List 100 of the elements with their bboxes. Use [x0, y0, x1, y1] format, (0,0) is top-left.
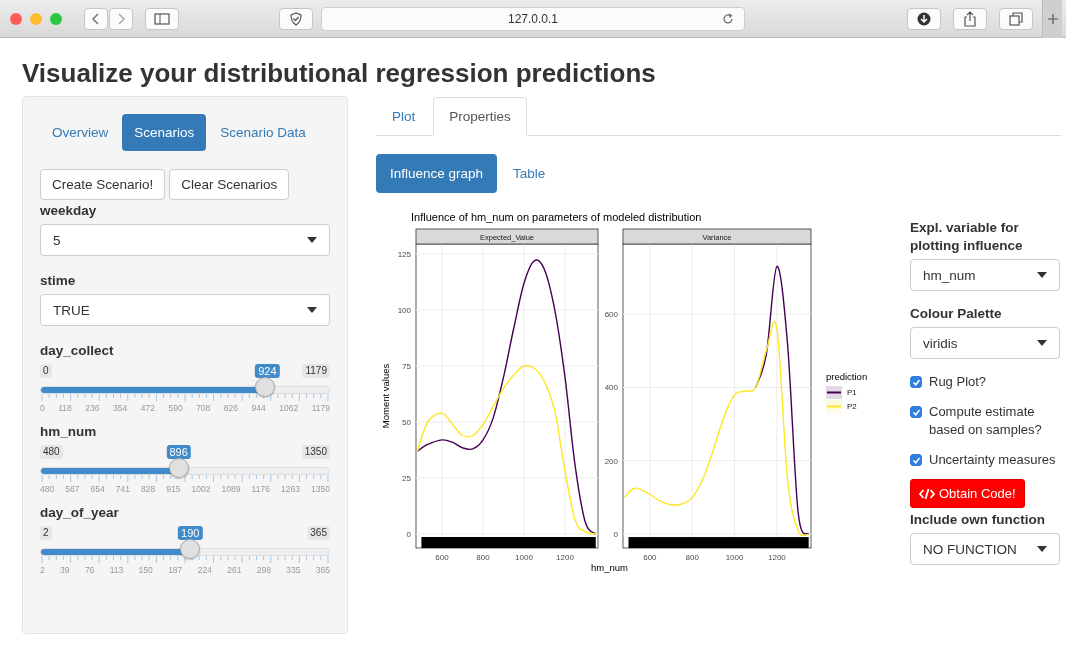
tab[interactable]: Overview [40, 114, 121, 151]
chevron-left-icon [91, 11, 101, 26]
tab[interactable]: Influence graph [376, 154, 498, 193]
value-badge: 190 [178, 526, 203, 540]
tick-label: 100 [397, 306, 411, 316]
tab[interactable]: Plot [376, 97, 432, 135]
reload-icon[interactable] [722, 12, 734, 25]
tabs-button[interactable] [999, 7, 1033, 30]
tab[interactable]: Scenario Data [208, 114, 318, 151]
checkbox[interactable] [910, 376, 922, 388]
dropdown[interactable]: TRUE [40, 294, 330, 326]
slider-label: hm_num [40, 423, 98, 441]
tick-label: 1350 [310, 484, 330, 494]
slider-track[interactable] [40, 548, 330, 556]
legend-title: prediction [826, 371, 868, 382]
legend-key-background [826, 386, 842, 399]
zoom-window-icon[interactable] [50, 12, 62, 25]
min-value: 0 [40, 364, 52, 378]
tab[interactable]: Table [499, 154, 560, 193]
field-label: stime [40, 272, 77, 290]
action-button[interactable]: Create Scenario! [40, 169, 166, 200]
tick-label: 1002 [191, 484, 211, 494]
tab[interactable]: Properties [433, 97, 527, 136]
min-value: 480 [40, 445, 63, 459]
tick-label: 75 [402, 362, 411, 372]
checkbox-label: Compute estimate based on samples? [929, 403, 1043, 439]
slider-handle[interactable] [254, 377, 275, 397]
tick-label: 400 [604, 383, 618, 393]
tick-label: 76 [84, 565, 95, 575]
tick-label: 654 [90, 484, 105, 494]
tick-label: 1200 [768, 553, 786, 562]
obtain-code-button[interactable]: Obtain Code! [910, 479, 1025, 508]
checkbox-label: Uncertainty measures [929, 451, 1056, 469]
tick-label: 1263 [280, 484, 300, 494]
tick-label: 1179 [311, 403, 330, 413]
tick-label: 600 [435, 553, 449, 562]
tick-label: 915 [166, 484, 181, 494]
field-label: Expl. variable for plotting influence [910, 219, 1024, 255]
legend-key [826, 391, 842, 394]
tick-label: 0 [613, 530, 618, 540]
tick-label: 741 [115, 484, 130, 494]
page-title: Visualize your distributional regression predictions [22, 57, 657, 90]
forward-button[interactable] [109, 7, 133, 30]
tick-label: 261 [227, 565, 242, 575]
tick-label: 600 [604, 310, 618, 320]
shield-button[interactable] [279, 7, 313, 30]
dropdown[interactable]: 5 [40, 224, 330, 256]
axis-label: hm_num [591, 562, 629, 573]
shield-icon [289, 11, 303, 26]
caret-icon [1037, 272, 1047, 278]
close-window-icon[interactable] [10, 12, 22, 25]
max-value: 365 [307, 526, 330, 540]
tabs-icon [1009, 11, 1023, 26]
tick-label: 2 [40, 565, 45, 575]
legend-key-background [826, 400, 842, 413]
sidebar-button[interactable] [145, 7, 179, 30]
field-label: Include own function [910, 511, 1046, 529]
slider-track[interactable] [40, 467, 330, 475]
field-label: Colour Palette [910, 305, 1003, 323]
tick-label: 335 [286, 565, 301, 575]
tick-label: 0 [406, 530, 411, 539]
new-tab-button[interactable] [1042, 0, 1062, 38]
checkbox[interactable] [910, 454, 922, 466]
tick-label: 1200 [556, 553, 574, 562]
share-button[interactable] [953, 7, 987, 30]
tick-label: 472 [140, 403, 155, 413]
download-button[interactable] [907, 7, 941, 30]
plus-icon [1047, 13, 1058, 24]
tick-label: 1089 [221, 484, 241, 494]
tick-label: 826 [223, 403, 239, 413]
tick-label: 1176 [251, 484, 270, 494]
tick-label: 39 [60, 565, 70, 575]
tick-label: 567 [65, 484, 80, 494]
caret-icon [1037, 340, 1047, 346]
checkbox-label: Rug Plot? [929, 373, 987, 391]
slider-handle[interactable] [180, 539, 201, 559]
chevron-right-icon [116, 11, 126, 26]
dropdown[interactable]: viridis [910, 327, 1060, 359]
legend-label: P1 [847, 388, 857, 397]
value-badge: 924 [255, 364, 280, 378]
dropdown[interactable]: NO FUNCTION [910, 533, 1060, 565]
action-button[interactable]: Clear Scenarios [169, 169, 290, 200]
tick-label: 236 [85, 403, 100, 413]
caret-icon [1037, 546, 1047, 552]
tick-label: 708 [196, 403, 211, 413]
tick-label: 1062 [279, 403, 299, 413]
dropdown[interactable]: hm_num [910, 259, 1060, 291]
tick-label: 187 [168, 565, 183, 575]
min-value: 2 [40, 526, 52, 540]
tab[interactable]: Scenarios [122, 114, 207, 151]
checkbox[interactable] [910, 406, 922, 418]
slider-track[interactable] [40, 386, 330, 394]
tick-label: 200 [604, 456, 618, 466]
tick-label: 600 [643, 553, 657, 562]
back-button[interactable] [84, 7, 108, 30]
legend-label: P2 [847, 402, 857, 411]
tick-label: 1000 [725, 553, 744, 562]
tick-label: 150 [138, 565, 153, 575]
max-value: 1350 [301, 445, 330, 459]
address-field[interactable]: 127.0.0.1 [321, 6, 745, 31]
